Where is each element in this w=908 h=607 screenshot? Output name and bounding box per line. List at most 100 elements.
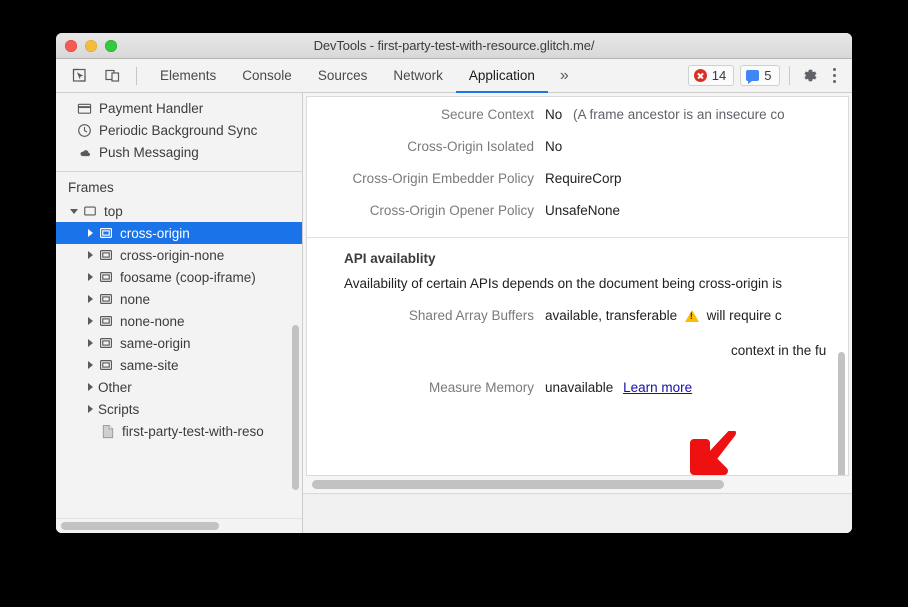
more-tabs-icon[interactable]: » [548,59,581,92]
detail-label: Measure Memory [307,379,545,397]
frame-label: none-none [120,314,185,329]
sidebar-item-label: Payment Handler [99,101,203,116]
toolbar-icon-group [56,59,147,92]
sidebar-scroll-area: Payment Handler Periodic Background Sync [56,93,302,518]
frame-label: cross-origin-none [120,248,224,263]
frame-tree-row-other[interactable]: Other [56,376,302,398]
detail-value: unavailable Learn more [545,379,692,397]
sidebar-item-payment-handler[interactable]: Payment Handler [56,97,302,119]
window-title: DevTools - first-party-test-with-resourc… [56,38,852,53]
detail-value: UnsafeNone [545,202,620,220]
warning-triangle-icon [685,310,699,322]
iframe-icon [98,269,114,285]
tab-network[interactable]: Network [380,59,456,92]
chevron-right-icon[interactable] [84,271,96,283]
detail-value: available, transferable will require c [545,307,782,325]
message-count-badge[interactable]: 5 [740,65,779,86]
kebab-menu-icon[interactable] [827,68,843,84]
frame-tree-row-same-origin[interactable]: same-origin [56,332,302,354]
chevron-right-icon[interactable] [84,249,96,261]
detail-row-coop: Cross-Origin Opener Policy UnsafeNone [307,195,849,227]
detail-label: Secure Context [307,106,545,124]
main-horizontal-scrollbar-thumb[interactable] [312,480,724,489]
frame-label: first-party-test-with-reso [122,424,264,439]
devtools-toolbar: Elements Console Sources Network Applica… [56,59,852,93]
frame-tree-row-cross-origin-none[interactable]: cross-origin-none [56,244,302,266]
main-vertical-scrollbar[interactable] [838,352,845,476]
error-count-label: 14 [712,68,726,83]
sidebar-horizontal-scrollbar-thumb[interactable] [61,522,219,530]
devtools-window: DevTools - first-party-test-with-resourc… [56,33,852,533]
frame-label: Scripts [98,402,139,417]
tab-application[interactable]: Application [456,59,548,92]
chevron-right-icon[interactable] [84,293,96,305]
detail-label: Cross-Origin Isolated [307,138,545,156]
maximize-window-button[interactable] [105,40,117,52]
credit-card-icon [76,100,92,116]
tab-sources[interactable]: Sources [305,59,381,92]
detail-row-cross-origin-isolated: Cross-Origin Isolated No [307,131,849,163]
frame-details-content: Secure Context No (A frame ancestor is a… [307,97,849,404]
toolbar-right-group: 14 5 [688,59,852,92]
frame-tree-row-scripts[interactable]: Scripts [56,398,302,420]
chevron-right-icon[interactable] [84,403,96,415]
sidebar-vertical-scrollbar[interactable] [292,325,299,490]
frame-tree-row-none[interactable]: none [56,288,302,310]
window-controls [65,40,117,52]
api-availability-heading: API availablity [307,238,849,266]
sidebar-item-periodic-background-sync[interactable]: Periodic Background Sync [56,119,302,141]
error-icon [694,69,707,82]
frame-label: same-site [120,358,179,373]
tab-elements[interactable]: Elements [147,59,229,92]
tab-console[interactable]: Console [229,59,305,92]
iframe-icon [98,247,114,263]
api-availability-description: Availability of certain APIs depends on … [307,266,849,297]
chevron-right-icon[interactable] [84,359,96,371]
cloud-icon [76,144,92,160]
frame-label: cross-origin [120,226,190,241]
chevron-right-icon[interactable] [84,227,96,239]
window-titlebar: DevTools - first-party-test-with-resourc… [56,33,852,59]
message-count-label: 5 [764,68,771,83]
frame-tree-row-same-site[interactable]: same-site [56,354,302,376]
application-sidebar: Payment Handler Periodic Background Sync [56,93,303,533]
frame-tree-row-foosame[interactable]: foosame (coop-iframe) [56,266,302,288]
frame-label: same-origin [120,336,191,351]
iframe-icon [98,357,114,373]
drawer-area [303,493,852,533]
gear-icon[interactable] [799,65,821,87]
detail-label: Cross-Origin Embedder Policy [307,170,545,188]
frame-tree-row-top[interactable]: top [56,200,302,222]
main-horizontal-scrollbar-track[interactable] [303,476,852,493]
detail-value: No [545,138,562,156]
detail-row-secure-context: Secure Context No (A frame ancestor is a… [307,99,849,131]
sidebar-item-label: Periodic Background Sync [99,123,257,138]
error-count-badge[interactable]: 14 [688,65,734,86]
device-toolbar-icon[interactable] [101,65,123,87]
minimize-window-button[interactable] [85,40,97,52]
detail-row-coep: Cross-Origin Embedder Policy RequireCorp [307,163,849,195]
toolbar-divider-right [789,66,790,85]
detail-label: Shared Array Buffers [307,307,545,325]
chevron-right-icon[interactable] [84,381,96,393]
frame-details-panel: Secure Context No (A frame ancestor is a… [303,93,852,533]
sidebar-horizontal-scrollbar-track[interactable] [56,518,302,533]
frame-tree-row-cross-origin[interactable]: cross-origin [56,222,302,244]
iframe-icon [98,291,114,307]
detail-value-text: No [545,107,562,122]
frame-tree-row-document[interactable]: first-party-test-with-reso [56,420,302,442]
chevron-right-icon[interactable] [84,315,96,327]
sidebar-item-push-messaging[interactable]: Push Messaging [56,141,302,163]
inspect-cursor-icon[interactable] [68,65,90,87]
detail-row-shared-array-buffers: Shared Array Buffers available, transfer… [307,297,849,332]
close-window-button[interactable] [65,40,77,52]
sidebar-item-label: Push Messaging [99,145,199,160]
detail-value-text: unavailable [545,380,613,395]
frame-tree-row-none-none[interactable]: none-none [56,310,302,332]
chevron-right-icon[interactable] [84,337,96,349]
toolbar-divider [136,67,137,85]
frame-label: none [120,292,150,307]
message-icon [746,70,759,81]
chevron-down-icon[interactable] [68,205,80,217]
learn-more-link[interactable]: Learn more [623,380,692,395]
